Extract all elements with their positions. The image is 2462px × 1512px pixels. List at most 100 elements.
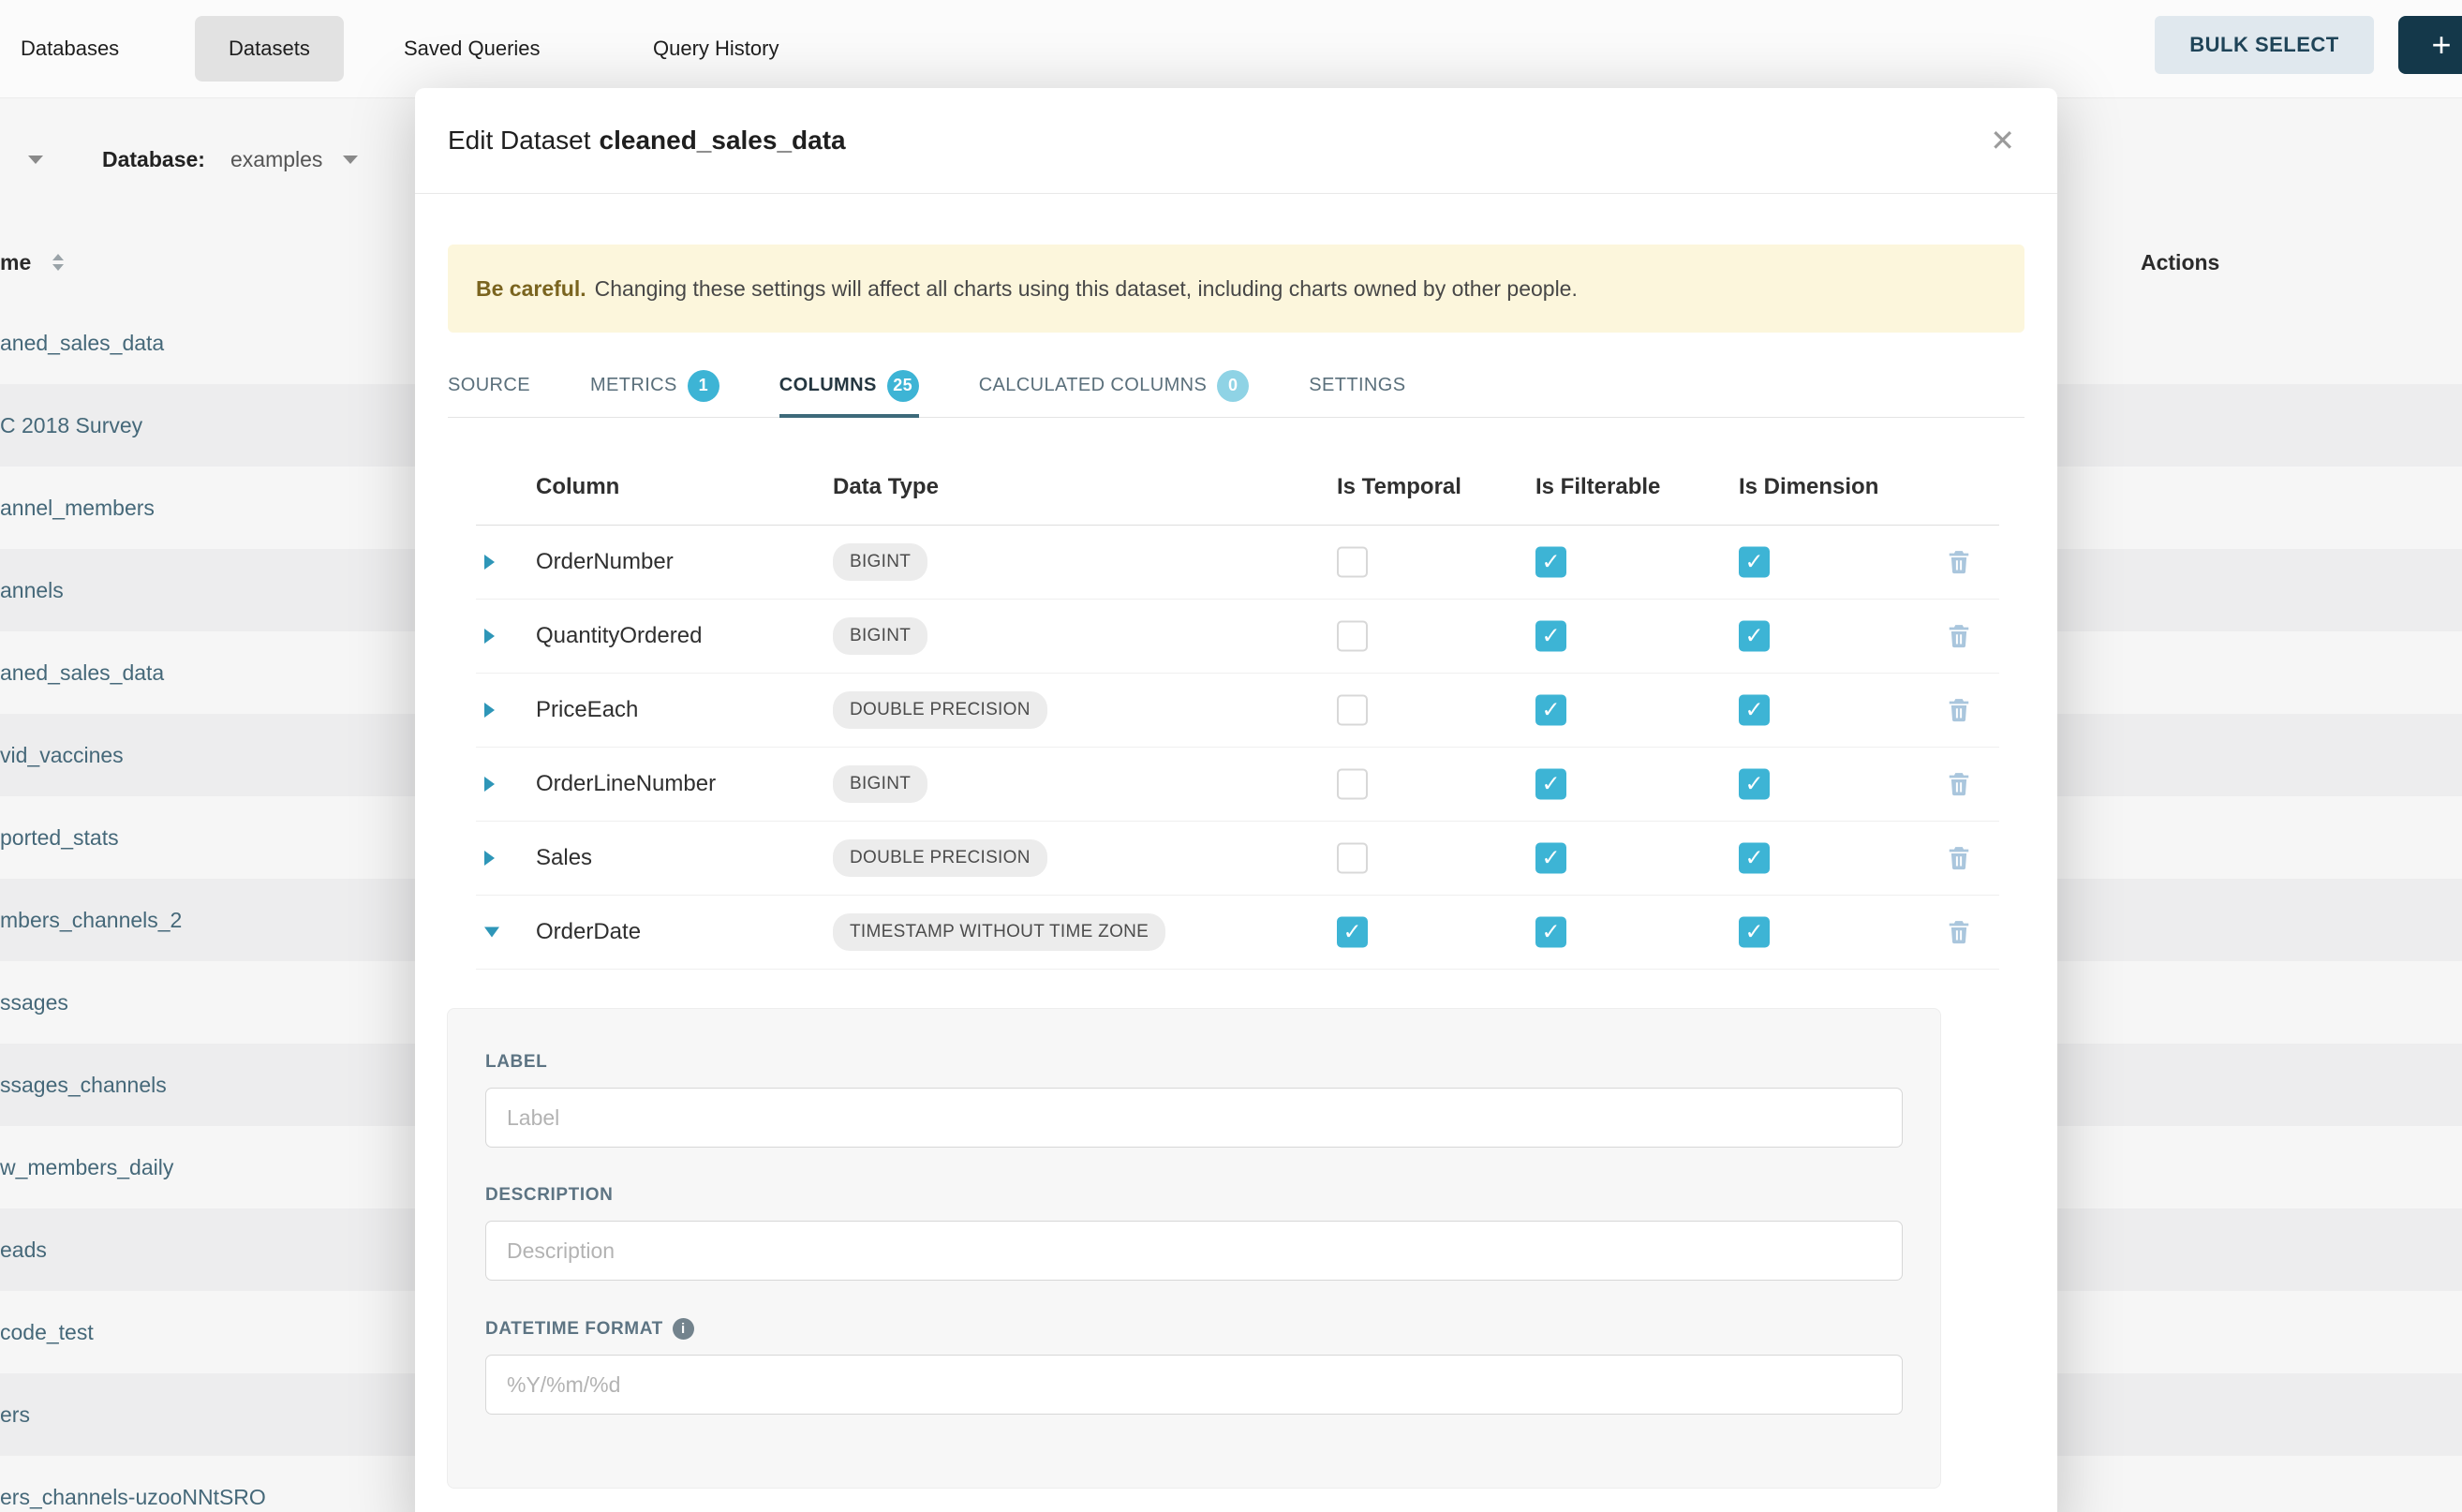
is-filterable-checkbox[interactable] (1535, 547, 1566, 578)
data-type-pill: DOUBLE PRECISION (833, 839, 1047, 877)
is-filterable-checkbox[interactable] (1535, 843, 1566, 874)
collapse-caret-icon[interactable] (484, 927, 499, 938)
column-name: QuantityOrdered (536, 623, 702, 649)
column-row: PriceEach DOUBLE PRECISION (476, 674, 1999, 748)
columns-table-header: Column Data Type Is Temporal Is Filterab… (476, 418, 1999, 526)
is-temporal-checkbox[interactable] (1337, 917, 1368, 948)
is-dimension-checkbox[interactable] (1739, 547, 1770, 578)
is-temporal-checkbox[interactable] (1337, 621, 1368, 652)
tab-label: METRICS (590, 375, 677, 396)
dataset-link[interactable]: eads (0, 1238, 47, 1263)
is-temporal-checkbox[interactable] (1337, 547, 1368, 578)
metrics-count-badge: 1 (688, 370, 719, 402)
nav-tab-saved-queries[interactable]: Saved Queries (404, 16, 541, 82)
column-name: Sales (536, 845, 592, 871)
name-column-header[interactable]: me (0, 221, 31, 304)
modal-title: Edit Datasetcleaned_sales_data (448, 126, 846, 156)
description-input[interactable] (485, 1221, 1903, 1281)
nav-tab-query-history[interactable]: Query History (653, 16, 779, 82)
is-temporal-checkbox[interactable] (1337, 695, 1368, 726)
dataset-link[interactable]: mbers_channels_2 (0, 908, 182, 933)
delete-column-button[interactable] (1945, 622, 1973, 650)
dataset-link[interactable]: aned_sales_data (0, 660, 164, 686)
column-row: OrderLineNumber BIGINT (476, 748, 1999, 822)
tab-metrics[interactable]: METRICS 1 (590, 354, 719, 417)
column-name: PriceEach (536, 697, 638, 723)
delete-column-button[interactable] (1945, 548, 1973, 576)
dataset-link[interactable]: ers_channels-uzooNNtSRO (0, 1485, 266, 1510)
dataset-link[interactable]: annel_members (0, 496, 155, 521)
dataset-link[interactable]: ers (0, 1402, 30, 1428)
edit-dataset-modal: Edit Datasetcleaned_sales_data ✕ Be care… (415, 88, 2057, 1512)
database-filter-value[interactable]: examples (230, 126, 322, 192)
expand-caret-icon[interactable] (484, 777, 495, 792)
delete-column-button[interactable] (1945, 844, 1973, 872)
is-filterable-checkbox[interactable] (1535, 917, 1566, 948)
columns-table: Column Data Type Is Temporal Is Filterab… (476, 418, 1999, 970)
dataset-link[interactable]: ssages_channels (0, 1073, 167, 1098)
modal-tabs: SOURCE METRICS 1 COLUMNS 25 CALCULATED C… (448, 354, 2024, 418)
trash-icon (1945, 696, 1973, 724)
chevron-down-icon[interactable] (343, 156, 358, 164)
dataset-link[interactable]: aned_sales_data (0, 331, 164, 356)
nav-tab-datasets[interactable]: Datasets (195, 16, 344, 82)
is-filterable-checkbox[interactable] (1535, 621, 1566, 652)
expand-caret-icon[interactable] (484, 555, 495, 570)
trash-icon (1945, 770, 1973, 798)
trash-icon (1945, 918, 1973, 946)
delete-column-button[interactable] (1945, 770, 1973, 798)
data-type-pill: TIMESTAMP WITHOUT TIME ZONE (833, 913, 1165, 951)
expand-caret-icon[interactable] (484, 629, 495, 644)
trash-icon (1945, 622, 1973, 650)
tab-source[interactable]: SOURCE (448, 354, 530, 417)
tab-columns[interactable]: COLUMNS 25 (779, 354, 919, 417)
info-icon[interactable] (673, 1318, 694, 1340)
dataset-link[interactable]: ported_stats (0, 825, 119, 851)
is-filterable-checkbox[interactable] (1535, 769, 1566, 800)
is-temporal-checkbox[interactable] (1337, 769, 1368, 800)
top-nav: Databases Datasets Saved Queries Query H… (0, 0, 2462, 98)
is-dimension-checkbox[interactable] (1739, 843, 1770, 874)
datetime-format-field-group: DATETIME FORMAT (485, 1318, 1903, 1415)
chevron-down-icon[interactable] (28, 156, 43, 164)
tab-label: CALCULATED COLUMNS (979, 375, 1208, 396)
warning-banner-emphasis: Be careful. (476, 276, 586, 302)
label-field-group: LABEL (485, 1052, 1903, 1148)
description-field-group: DESCRIPTION (485, 1185, 1903, 1281)
calculated-columns-count-badge: 0 (1217, 370, 1249, 402)
column-row: OrderDate TIMESTAMP WITHOUT TIME ZONE (476, 896, 1999, 970)
dataset-link[interactable]: annels (0, 578, 64, 603)
is-dimension-checkbox[interactable] (1739, 769, 1770, 800)
column-name: OrderLineNumber (536, 771, 716, 797)
expand-caret-icon[interactable] (484, 703, 495, 718)
delete-column-button[interactable] (1945, 696, 1973, 724)
dataset-link[interactable]: ssages (0, 990, 68, 1015)
delete-column-button[interactable] (1945, 918, 1973, 946)
tab-label: SOURCE (448, 375, 530, 396)
data-type-pill: BIGINT (833, 765, 927, 803)
sort-icon[interactable] (52, 254, 64, 271)
warning-banner: Be careful. Changing these settings will… (448, 245, 2024, 333)
dataset-link[interactable]: vid_vaccines (0, 743, 124, 768)
bulk-select-button[interactable]: BULK SELECT (2155, 16, 2374, 74)
data-type-pill: BIGINT (833, 617, 927, 655)
label-input[interactable] (485, 1088, 1903, 1148)
is-filterable-checkbox[interactable] (1535, 695, 1566, 726)
is-dimension-checkbox[interactable] (1739, 917, 1770, 948)
datetime-format-input[interactable] (485, 1355, 1903, 1415)
tab-settings[interactable]: SETTINGS (1309, 354, 1405, 417)
dataset-link[interactable]: C 2018 Survey (0, 413, 142, 438)
modal-close-button[interactable]: ✕ (1990, 126, 2015, 156)
nav-tab-databases[interactable]: Databases (21, 16, 119, 82)
label-field-label: LABEL (485, 1052, 1903, 1073)
columns-count-badge: 25 (887, 370, 919, 402)
is-temporal-checkbox[interactable] (1337, 843, 1368, 874)
tab-label: COLUMNS (779, 375, 877, 396)
expand-caret-icon[interactable] (484, 851, 495, 866)
tab-calculated-columns[interactable]: CALCULATED COLUMNS 0 (979, 354, 1250, 417)
add-dataset-button[interactable]: + (2398, 16, 2462, 74)
dataset-link[interactable]: code_test (0, 1320, 94, 1345)
dataset-link[interactable]: w_members_daily (0, 1155, 173, 1180)
is-dimension-checkbox[interactable] (1739, 621, 1770, 652)
is-dimension-checkbox[interactable] (1739, 695, 1770, 726)
